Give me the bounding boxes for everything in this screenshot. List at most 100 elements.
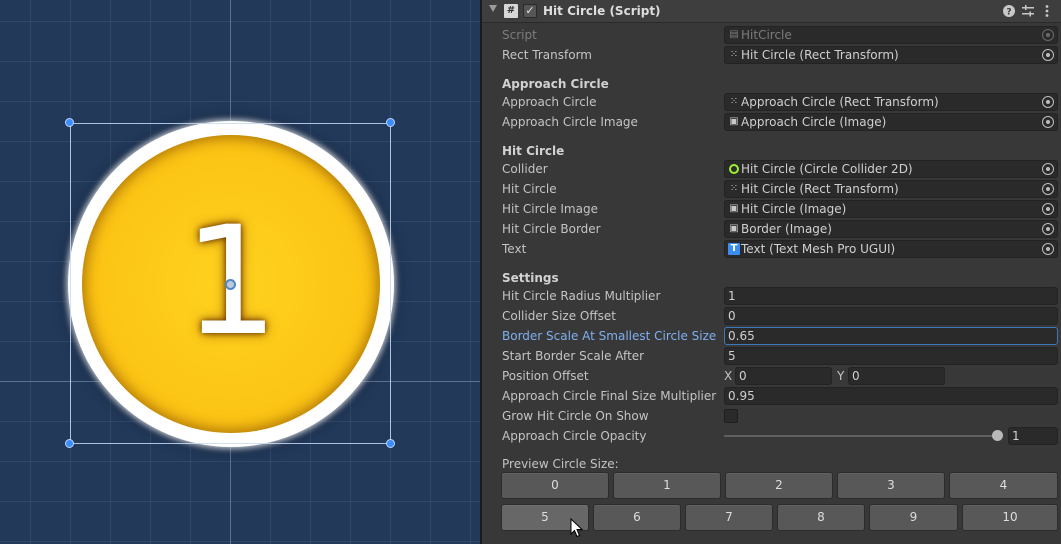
object-picker-icon[interactable] — [1042, 203, 1054, 215]
image-icon: ▣ — [729, 223, 739, 234]
script-row: Script ▤ HitCircle — [482, 25, 1061, 45]
hit-circle-border-value: Border (Image) — [741, 222, 832, 236]
preview-size-button-4[interactable]: 4 — [949, 472, 1058, 499]
hit-circle-image-field[interactable]: ▣ Hit Circle (Image) — [724, 200, 1058, 218]
approach-circle-image-row: Approach Circle Image ▣ Approach Circle … — [482, 112, 1061, 132]
position-offset-y-label: Y — [837, 369, 845, 383]
object-picker-icon[interactable] — [1042, 163, 1054, 175]
preview-size-button-6[interactable]: 6 — [593, 504, 681, 531]
hit-circle-image-row: Hit Circle Image ▣ Hit Circle (Image) — [482, 199, 1061, 219]
hit-circle-field[interactable]: ⁙ Hit Circle (Rect Transform) — [724, 180, 1058, 198]
approach-circle-field[interactable]: ⁙ Approach Circle (Rect Transform) — [724, 93, 1058, 111]
approach-opacity-input[interactable]: 1 — [1008, 427, 1058, 445]
preview-size-button-8[interactable]: 8 — [777, 504, 865, 531]
hit-circle-border-label: Hit Circle Border — [502, 222, 601, 236]
approach-opacity-label: Approach Circle Opacity — [502, 429, 647, 443]
preview-size-button-10[interactable]: 10 — [962, 504, 1058, 531]
approach-opacity-slider-thumb[interactable] — [992, 430, 1003, 441]
hit-circle-border-row: Hit Circle Border ▣ Border (Image) — [482, 219, 1061, 239]
grow-on-show-row: Grow Hit Circle On Show — [482, 406, 1061, 426]
object-picker-icon — [1042, 29, 1054, 41]
collider-offset-row: Collider Size Offset 0 — [482, 306, 1061, 326]
rect-transform-label: Rect Transform — [502, 48, 592, 62]
border-scale-input[interactable]: 0.65 — [724, 327, 1058, 345]
circle-collider-icon — [729, 164, 739, 174]
foldout-arrow-icon[interactable] — [489, 5, 497, 12]
approach-opacity-slider-track[interactable] — [724, 435, 999, 437]
border-scale-row: Border Scale At Smallest Circle Size 0.6… — [482, 326, 1061, 346]
component-title: Hit Circle (Script) — [543, 4, 661, 18]
radius-multiplier-row: Hit Circle Radius Multiplier 1 — [482, 286, 1061, 306]
object-picker-icon[interactable] — [1042, 49, 1054, 61]
text-field[interactable]: T Text (Text Mesh Pro UGUI) — [724, 240, 1058, 258]
collider-row: Collider Hit Circle (Circle Collider 2D) — [482, 159, 1061, 179]
component-header[interactable]: # ✓ Hit Circle (Script) ? — [482, 0, 1061, 23]
object-picker-icon[interactable] — [1042, 183, 1054, 195]
text-mesh-pro-icon: T — [728, 243, 740, 255]
object-picker-icon[interactable] — [1042, 223, 1054, 235]
mouse-cursor-icon — [570, 518, 584, 538]
approach-circle-image-label: Approach Circle Image — [502, 115, 638, 129]
preset-icon[interactable] — [1020, 3, 1036, 19]
scene-view[interactable]: 1 — [0, 0, 480, 544]
collider-label: Collider — [502, 162, 548, 176]
hit-circle-header: Hit Circle — [502, 144, 565, 158]
approach-circle-label: Approach Circle — [502, 95, 597, 109]
border-scale-label: Border Scale At Smallest Circle Size — [502, 329, 717, 343]
rect-handle-top-right[interactable] — [386, 118, 395, 127]
preview-size-button-7[interactable]: 7 — [685, 504, 773, 531]
approach-circle-image-value: Approach Circle (Image) — [741, 115, 887, 129]
object-picker-icon[interactable] — [1042, 243, 1054, 255]
position-offset-y-input[interactable]: 0 — [848, 367, 945, 385]
rect-handle-top-left[interactable] — [65, 118, 74, 127]
script-value: HitCircle — [741, 28, 792, 42]
script-file-icon: ▤ — [729, 29, 739, 40]
rect-transform-field[interactable]: ⁙ Hit Circle (Rect Transform) — [724, 46, 1058, 64]
collider-offset-input[interactable]: 0 — [724, 307, 1058, 325]
approach-final-size-row: Approach Circle Final Size Multiplier 0.… — [482, 386, 1061, 406]
approach-circle-image-field[interactable]: ▣ Approach Circle (Image) — [724, 113, 1058, 131]
image-icon: ▣ — [729, 203, 739, 214]
preview-size-button-1[interactable]: 1 — [613, 472, 721, 499]
help-icon[interactable]: ? — [1001, 3, 1017, 19]
position-offset-row: Position Offset X 0 Y 0 — [482, 366, 1061, 386]
pivot-handle[interactable] — [225, 279, 236, 290]
rect-transform-icon: ⁙ — [729, 96, 739, 107]
text-value: Text (Text Mesh Pro UGUI) — [741, 242, 896, 256]
radius-multiplier-input[interactable]: 1 — [724, 287, 1058, 305]
script-icon: # — [504, 4, 518, 18]
approach-circle-value: Approach Circle (Rect Transform) — [741, 95, 939, 109]
position-offset-x-input[interactable]: 0 — [735, 367, 832, 385]
hit-circle-border-field[interactable]: ▣ Border (Image) — [724, 220, 1058, 238]
preview-size-button-0[interactable]: 0 — [501, 472, 609, 499]
collider-value: Hit Circle (Circle Collider 2D) — [741, 162, 913, 176]
hit-circle-value: Hit Circle (Rect Transform) — [741, 182, 899, 196]
preview-size-button-2[interactable]: 2 — [725, 472, 833, 499]
grow-on-show-checkbox[interactable] — [724, 409, 738, 423]
hit-circle-label: Hit Circle — [502, 182, 557, 196]
object-picker-icon[interactable] — [1042, 116, 1054, 128]
image-icon: ▣ — [729, 116, 739, 127]
hit-circle-image-value: Hit Circle (Image) — [741, 202, 847, 216]
start-border-scale-input[interactable]: 5 — [724, 347, 1058, 365]
object-picker-icon[interactable] — [1042, 96, 1054, 108]
text-label: Text — [502, 242, 527, 256]
more-icon[interactable] — [1039, 3, 1055, 19]
rect-handle-bottom-right[interactable] — [386, 439, 395, 448]
preview-label: Preview Circle Size: — [502, 457, 619, 471]
hit-circle-image-label: Hit Circle Image — [502, 202, 598, 216]
hit-circle-row: Hit Circle ⁙ Hit Circle (Rect Transform) — [482, 179, 1061, 199]
approach-final-size-label: Approach Circle Final Size Multiplier — [502, 389, 717, 403]
preview-size-button-9[interactable]: 9 — [869, 504, 958, 531]
svg-text:?: ? — [1006, 8, 1011, 18]
start-border-scale-row: Start Border Scale After 5 — [482, 346, 1061, 366]
preview-size-button-3[interactable]: 3 — [837, 472, 945, 499]
collider-offset-label: Collider Size Offset — [502, 309, 616, 323]
approach-opacity-row: Approach Circle Opacity 1 — [482, 426, 1061, 446]
component-enabled-checkbox[interactable]: ✓ — [523, 4, 537, 18]
grow-on-show-label: Grow Hit Circle On Show — [502, 409, 649, 423]
rect-handle-bottom-left[interactable] — [65, 439, 74, 448]
approach-final-size-input[interactable]: 0.95 — [724, 387, 1058, 405]
rect-transform-value: Hit Circle (Rect Transform) — [741, 48, 899, 62]
collider-field[interactable]: Hit Circle (Circle Collider 2D) — [724, 160, 1058, 178]
